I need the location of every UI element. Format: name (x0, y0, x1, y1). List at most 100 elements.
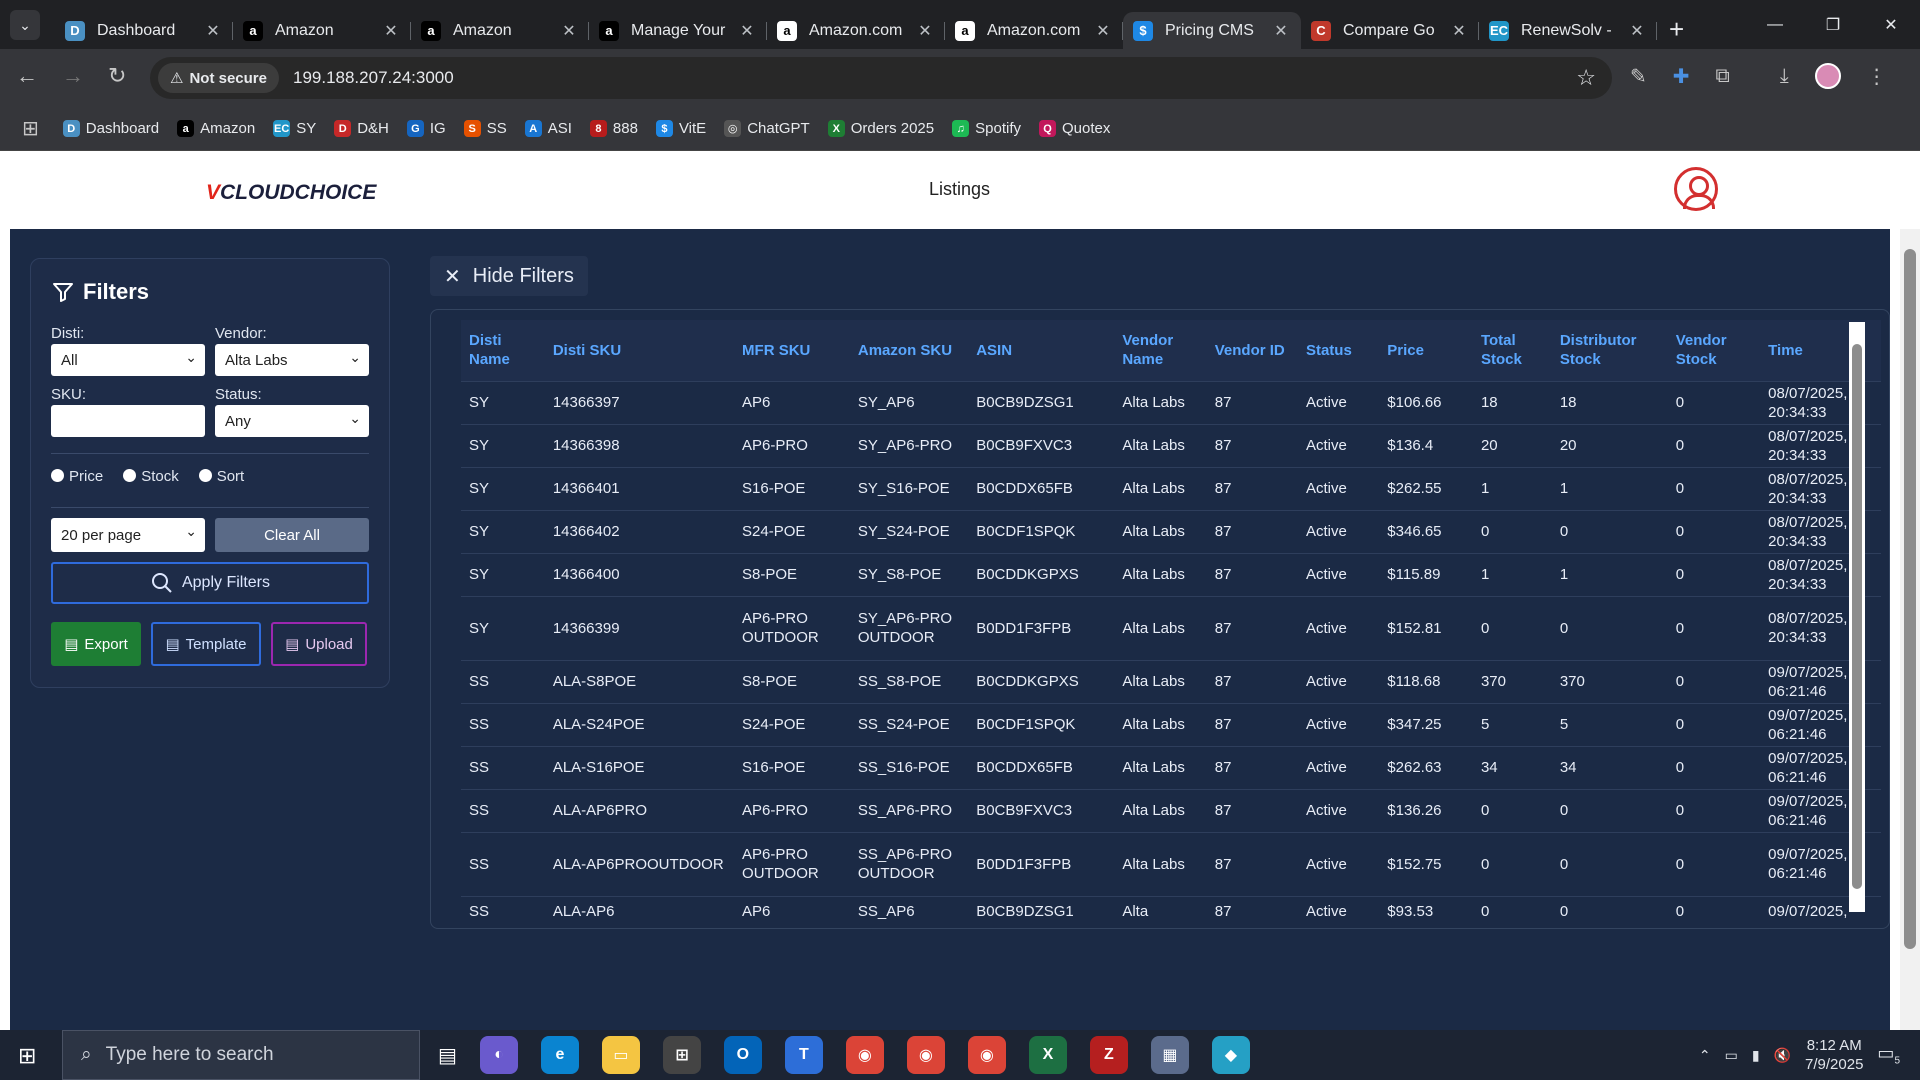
teams-icon[interactable]: T (784, 1036, 823, 1074)
bookmark-item[interactable]: 8 888 (589, 120, 638, 137)
excel-icon[interactable]: X (1028, 1036, 1067, 1074)
status-select[interactable]: Any ⌄ (215, 405, 369, 437)
edge-icon[interactable]: e (540, 1036, 579, 1074)
per-page-select[interactable]: 20 per page ⌄ (51, 518, 205, 552)
hide-filters-button[interactable]: ✕ Hide Filters (430, 256, 588, 296)
table-row[interactable]: SS ALA-S8POE S8-POE SS_S8-POE B0CDDKGPXS Alta… (461, 659, 1881, 703)
close-tab-icon[interactable]: ✕ (1449, 21, 1469, 41)
bookmark-item[interactable]: Q Quotex (1038, 120, 1110, 137)
user-profile-icon[interactable] (1674, 167, 1718, 211)
page-scrollbar[interactable] (1900, 229, 1920, 1030)
more-menu-icon[interactable]: ⋮ (1867, 64, 1887, 89)
table-row[interactable]: SY 14366401 S16-POE SY_S16-POE B0CDDX65FB Alt… (461, 466, 1881, 510)
column-header[interactable]: Disti SKU (544, 320, 735, 381)
column-header[interactable]: Vendor Name (1114, 320, 1207, 381)
bookmark-item[interactable]: X Orders 2025 (827, 120, 934, 137)
browser-tab[interactable]: a Amazon ✕ (233, 12, 411, 49)
url-text[interactable]: 199.188.207.24:3000 (293, 68, 454, 88)
chevron-up-icon[interactable]: ⌃ (1699, 1047, 1711, 1064)
close-tab-icon[interactable]: ✕ (203, 21, 223, 41)
table-row[interactable]: SS ALA-S16POE S16-POE SS_S16-POE B0CDDX65FB A… (461, 745, 1881, 789)
task-view-icon[interactable]: ▤ (438, 1043, 457, 1068)
bookmark-item[interactable]: ♫ Spotify (952, 120, 1021, 137)
taskbar-search[interactable]: ⌕ Type here to search (62, 1030, 420, 1080)
back-icon[interactable]: ← (16, 63, 38, 89)
address-bar[interactable]: ⚠ Not secure 199.188.207.24:3000 ☆ (150, 57, 1612, 99)
forward-icon[interactable]: → (62, 63, 84, 89)
apply-filters-button[interactable]: Apply Filters (51, 562, 369, 604)
browser-tab[interactable]: a Amazon.com ✕ (767, 12, 945, 49)
table-row[interactable]: SY 14366398 AP6-PRO SY_AP6-PRO B0CB9FXVC3 Alt… (461, 423, 1881, 467)
page-scroll-thumb[interactable] (1904, 249, 1916, 949)
apps-grid-icon[interactable]: ⊞ (22, 116, 39, 141)
bookmark-item[interactable]: a Amazon (177, 120, 255, 137)
table-row[interactable]: SY 14366400 S8-POE SY_S8-POE B0CDDKGPXS Alta … (461, 552, 1881, 596)
table-row[interactable]: SY 14366402 S24-POE SY_S24-POE B0CDF1SPQK Alt… (461, 509, 1881, 553)
network-icon[interactable]: ▭ (1725, 1047, 1738, 1064)
app-diamond-icon[interactable]: ◆ (1211, 1036, 1250, 1074)
extension-feather-icon[interactable]: ✎ (1630, 64, 1647, 89)
export-button[interactable]: ▤ Export (51, 622, 141, 666)
column-header[interactable]: ASIN (968, 320, 1115, 381)
browser-tab[interactable]: $ Pricing CMS ✕ (1123, 12, 1301, 49)
browser-tab[interactable]: C Compare Go ✕ (1301, 12, 1479, 49)
table-scrollbar[interactable] (1849, 322, 1865, 912)
extensions-puzzle-icon[interactable]: ⧉ (1716, 65, 1730, 88)
radio-sort[interactable]: Sort (198, 468, 244, 485)
bookmark-star-icon[interactable]: ☆ (1576, 65, 1596, 91)
volume-muted-icon[interactable]: 🔇 (1774, 1047, 1791, 1064)
column-header[interactable]: Vendor Stock (1667, 320, 1761, 381)
column-header[interactable]: Disti Name (461, 320, 545, 381)
extension-shield-icon[interactable]: ✚ (1673, 64, 1690, 89)
bookmark-item[interactable]: ◎ ChatGPT (724, 120, 810, 137)
column-header[interactable]: Distributor Stock (1551, 320, 1668, 381)
chrome-icon[interactable]: ◉ (845, 1036, 884, 1074)
close-tab-icon[interactable]: ✕ (1271, 21, 1291, 41)
store-icon[interactable]: ⊞ (662, 1036, 701, 1074)
close-tab-icon[interactable]: ✕ (559, 21, 579, 41)
table-row[interactable]: SS ALA-AP6 AP6 SS_AP6 B0CB9DZSG1 Alta 87 Active… (461, 895, 1881, 926)
upload-button[interactable]: ▤ Upload (271, 622, 367, 666)
column-header[interactable]: Price (1379, 320, 1473, 381)
bookmark-item[interactable]: S SS (463, 120, 507, 137)
bookmark-item[interactable]: G IG (406, 120, 446, 137)
profile-avatar[interactable] (1814, 63, 1841, 89)
windows-start-icon[interactable]: ⊞ (18, 1043, 36, 1069)
notifications-icon[interactable]: ▭5 (1877, 1043, 1900, 1067)
chrome-icon[interactable]: ◉ (906, 1036, 945, 1074)
download-icon[interactable]: ⤓ (1780, 65, 1789, 88)
clear-all-button[interactable]: Clear All (215, 518, 369, 552)
calculator-icon[interactable]: ▦ (1150, 1036, 1189, 1074)
column-header[interactable]: MFR SKU (734, 320, 850, 381)
tab-search-button[interactable]: ⌄ (10, 10, 40, 40)
disti-select[interactable]: All ⌄ (51, 344, 205, 376)
battery-icon[interactable]: ▮ (1752, 1047, 1760, 1064)
new-tab-icon[interactable]: + (1669, 14, 1684, 49)
taskbar-clock[interactable]: 8:12 AM 7/9/2025 (1805, 1036, 1863, 1074)
table-row[interactable]: SS ALA-AP6PRO AP6-PRO SS_AP6-PRO B0CB9FXVC3 A… (461, 788, 1881, 832)
bookmark-item[interactable]: D D&H (334, 120, 389, 137)
column-header[interactable]: Amazon SKU (849, 320, 969, 381)
restore-icon[interactable]: ❐ (1804, 0, 1862, 49)
file-explorer-icon[interactable]: ▭ (601, 1036, 640, 1074)
radio-stock[interactable]: Stock (123, 468, 179, 485)
browser-tab[interactable]: a Amazon.com ✕ (945, 12, 1123, 49)
table-row[interactable]: SY 14366399 AP6-PRO OUTDOOR SY_AP6-PRO OUTD… (461, 595, 1881, 660)
bookmark-item[interactable]: EC SY (273, 120, 316, 137)
bookmark-item[interactable]: D Dashboard (62, 120, 159, 137)
bookmark-item[interactable]: $ VitE (655, 120, 706, 137)
close-tab-icon[interactable]: ✕ (737, 21, 757, 41)
browser-tab[interactable]: D Dashboard ✕ (55, 12, 233, 49)
close-tab-icon[interactable]: ✕ (1093, 21, 1113, 41)
minimize-icon[interactable]: — (1746, 0, 1804, 49)
outlook-icon[interactable]: O (723, 1036, 762, 1074)
table-row[interactable]: SS ALA-AP6PROOUTDOOR AP6-PRO OUTDOOR SS_AP6… (461, 831, 1881, 896)
table-row[interactable]: SS ALA-S24POE S24-POE SS_S24-POE B0CDF1SPQK A… (461, 702, 1881, 746)
column-header[interactable]: Vendor ID (1206, 320, 1298, 381)
security-chip[interactable]: ⚠ Not secure (158, 63, 279, 93)
copilot-icon[interactable]: ◐ (479, 1036, 518, 1074)
browser-tab[interactable]: a Amazon ✕ (411, 12, 589, 49)
close-tab-icon[interactable]: ✕ (381, 21, 401, 41)
filezilla-icon[interactable]: Z (1089, 1036, 1128, 1074)
column-header[interactable]: Total Stock (1472, 320, 1552, 381)
